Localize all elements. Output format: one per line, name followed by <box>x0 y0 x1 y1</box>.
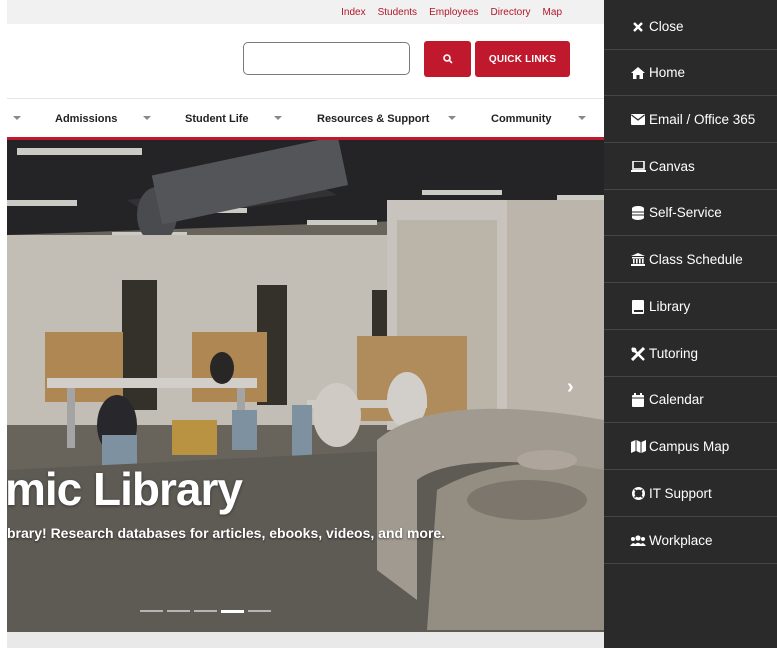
carousel-dot[interactable] <box>248 610 271 612</box>
nav-item-resources-support[interactable]: Resources & Support <box>317 113 429 125</box>
life-ring-icon <box>630 486 646 502</box>
main-nav: Admissions Student Life Resources & Supp… <box>7 98 604 140</box>
carousel-dot[interactable] <box>194 610 217 612</box>
drawer-item-label: Email / Office 365 <box>649 112 756 127</box>
utility-link-students[interactable]: Students <box>378 7 417 18</box>
drawer-item-label: Class Schedule <box>649 252 743 267</box>
drawer-item-calendar[interactable]: Calendar <box>604 377 777 423</box>
carousel-indicators <box>140 610 271 613</box>
users-icon <box>630 533 646 549</box>
utility-link-employees[interactable]: Employees <box>429 7 478 18</box>
nav-item-community[interactable]: Community <box>491 113 552 125</box>
nav-item-admissions[interactable]: Admissions <box>55 113 117 125</box>
close-icon <box>630 19 646 35</box>
carousel-dot[interactable] <box>167 610 190 612</box>
carousel-dot[interactable] <box>140 610 163 612</box>
hero-carousel: mic Library brary! Research databases fo… <box>7 140 604 632</box>
drawer-item-email[interactable]: Email / Office 365 <box>604 97 777 143</box>
drawer-item-label: Home <box>649 65 686 80</box>
search-icon <box>442 54 453 64</box>
drawer-item-label: Self-Service <box>649 205 722 220</box>
chevron-down-icon[interactable] <box>13 116 21 120</box>
utility-link-index[interactable]: Index <box>341 7 365 18</box>
search-row: QUICK LINKS <box>7 24 604 98</box>
home-icon <box>630 65 646 81</box>
drawer-item-tutoring[interactable]: Tutoring <box>604 331 777 377</box>
chevron-right-icon[interactable]: › <box>567 376 574 399</box>
website-page: Index Students Employees Directory Map Q… <box>7 0 604 648</box>
university-icon <box>630 252 646 268</box>
chevron-down-icon[interactable] <box>274 116 282 120</box>
quick-links-drawer: Close Home Email / Office 365 Canvas Sel… <box>604 0 777 648</box>
drawer-item-self-service[interactable]: Self-Service <box>604 190 777 236</box>
nav-item-student-life[interactable]: Student Life <box>185 113 249 125</box>
utility-link-directory[interactable]: Directory <box>491 7 531 18</box>
drawer-item-label: Library <box>649 299 691 314</box>
drawer-item-class-schedule[interactable]: Class Schedule <box>604 237 777 283</box>
drawer-item-workplace[interactable]: Workplace <box>604 518 777 564</box>
chevron-down-icon[interactable] <box>143 116 151 120</box>
drawer-item-label: Calendar <box>649 392 704 407</box>
drawer-item-it-support[interactable]: IT Support <box>604 471 777 517</box>
drawer-item-library[interactable]: Library <box>604 284 777 330</box>
drawer-item-canvas[interactable]: Canvas <box>604 144 777 190</box>
content-strip <box>7 632 604 648</box>
hero-subtitle: brary! Research databases for articles, … <box>7 525 446 541</box>
database-icon <box>630 205 646 221</box>
drawer-item-campus-map[interactable]: Campus Map <box>604 424 777 470</box>
chevron-down-icon[interactable] <box>578 116 586 120</box>
drawer-item-label: Campus Map <box>649 439 730 454</box>
drawer-item-label: IT Support <box>649 486 712 501</box>
chevron-down-icon[interactable] <box>448 116 456 120</box>
drawer-item-label: Tutoring <box>649 346 699 361</box>
tools-icon <box>630 346 646 362</box>
laptop-icon <box>630 159 646 175</box>
drawer-item-label: Canvas <box>649 159 695 174</box>
close-button[interactable]: Close <box>604 4 777 50</box>
hero-title: mic Library <box>7 463 243 515</box>
utility-bar: Index Students Employees Directory Map <box>7 0 604 24</box>
book-icon <box>630 299 646 315</box>
calendar-icon <box>630 392 646 408</box>
envelope-icon <box>630 112 646 128</box>
hero-photo <box>7 140 604 632</box>
search-button[interactable] <box>424 41 471 77</box>
carousel-dot-active[interactable] <box>221 610 244 613</box>
quick-links-button[interactable]: QUICK LINKS <box>475 41 570 77</box>
search-input[interactable] <box>243 42 410 75</box>
utility-link-map[interactable]: Map <box>543 7 562 18</box>
close-label: Close <box>649 19 684 34</box>
map-icon <box>630 439 646 455</box>
drawer-item-home[interactable]: Home <box>604 50 777 96</box>
drawer-item-label: Workplace <box>649 533 713 548</box>
